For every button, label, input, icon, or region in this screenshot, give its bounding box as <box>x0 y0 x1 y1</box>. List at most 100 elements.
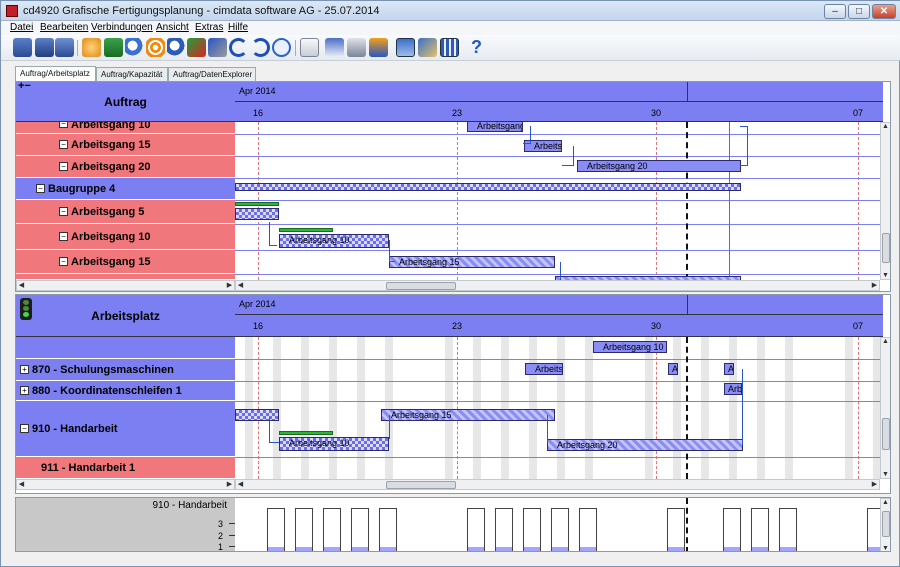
today-marker <box>686 122 688 280</box>
books-icon[interactable] <box>418 38 437 57</box>
minimize-button[interactable]: – <box>824 4 846 19</box>
capacity-bar[interactable] <box>551 508 569 551</box>
capacity-bar[interactable] <box>751 508 769 551</box>
horizontal-scrollbar[interactable]: ◀ ▶ <box>235 280 880 291</box>
save-all-icon[interactable] <box>35 38 54 57</box>
gantt-bar[interactable]: Arbeitsgang 20 <box>547 439 743 451</box>
day-label: 30 <box>651 321 662 331</box>
row-880-koordinatenschleifen[interactable]: +880 - Koordinatenschleifen 1 <box>16 381 235 401</box>
capacity-bar[interactable] <box>523 508 541 551</box>
traffic-light-icon[interactable] <box>20 298 32 320</box>
day-label: 23 <box>452 321 463 331</box>
window-title: cd4920 Grafische Fertigungsplanung - cim… <box>23 5 380 17</box>
window-icon[interactable] <box>396 38 415 57</box>
row-baugruppe-4[interactable]: − Baugruppe 4 <box>16 178 235 200</box>
scrollbar-thumb[interactable] <box>386 282 456 290</box>
capacity-chart-area <box>235 498 880 551</box>
capacity-bar[interactable] <box>267 508 285 551</box>
menu-ansicht[interactable]: Ansicht <box>156 22 189 33</box>
vertical-scrollbar[interactable]: ▲ ▼ <box>880 122 890 280</box>
menu-hilfe[interactable]: Hilfe <box>228 22 248 33</box>
gantt-bar[interactable]: Arbeitsgang 10 <box>467 122 523 132</box>
maximize-button[interactable]: □ <box>848 4 870 19</box>
vertical-scrollbar[interactable]: ▲ ▼ <box>880 337 890 479</box>
hand-icon[interactable] <box>82 38 101 57</box>
application-window: cd4920 Grafische Fertigungsplanung - cim… <box>0 0 900 567</box>
capacity-bar[interactable] <box>579 508 597 551</box>
scrollbar-thumb[interactable] <box>386 481 456 489</box>
target-icon[interactable] <box>146 38 165 57</box>
gantt-summary-bar[interactable] <box>235 183 741 191</box>
title-bar[interactable]: cd4920 Grafische Fertigungsplanung - cim… <box>1 1 900 21</box>
workplace-gantt-panel: Arbeitsplatz Apr 2014 16 23 30 07 +870 -… <box>15 294 891 494</box>
expand-collapse-toggle[interactable]: +− <box>18 82 31 92</box>
capacity-tick: 3 <box>217 519 223 529</box>
capacity-bar[interactable] <box>467 508 485 551</box>
gantt-bar[interactable]: Arbeitsgang 10 <box>279 437 389 451</box>
save-icon[interactable] <box>55 38 74 57</box>
route-icon[interactable] <box>187 38 206 57</box>
row-arbeitsgang-15[interactable]: − Arbeitsgang 15 <box>16 134 235 156</box>
order-gantt-panel: Auftrag +− Apr 2014 16 23 30 07 − Arbeits… <box>15 81 891 292</box>
capacity-label-area: 910 - Handarbeit 3 2 1 <box>16 498 235 551</box>
gantt-bar[interactable]: A <box>668 363 678 375</box>
row-911-handarbeit-1[interactable]: 911 - Handarbeit 1 <box>16 457 235 479</box>
scrollbar-thumb[interactable] <box>882 233 890 263</box>
horizontal-scrollbar[interactable]: ◀ ▶ <box>16 479 235 490</box>
horizontal-scrollbar[interactable]: ◀ ▶ <box>235 479 880 490</box>
help-icon[interactable]: ? <box>467 38 486 57</box>
horizontal-scrollbar[interactable]: ◀ ▶ <box>16 280 235 291</box>
capacity-bar[interactable] <box>723 508 741 551</box>
row-arbeitsgang-15[interactable]: − Arbeitsgang 15 <box>16 250 235 274</box>
day-gridline <box>858 122 859 280</box>
vertical-scrollbar[interactable]: ▲ ▼ <box>880 498 890 551</box>
print-icon[interactable] <box>347 38 366 57</box>
scrollbar-thumb[interactable] <box>882 511 890 537</box>
capacity-bar[interactable] <box>295 508 313 551</box>
table-icon[interactable] <box>104 38 123 57</box>
menu-bearbeiten[interactable]: Bearbeiten <box>40 22 88 33</box>
gantt-bar[interactable]: Arbeitsgang 20 <box>577 160 741 172</box>
timer-icon[interactable] <box>272 38 291 57</box>
capacity-bar[interactable] <box>867 508 880 551</box>
gantt-bar[interactable]: Arbeitsgang 10 <box>593 341 667 353</box>
gantt-bar[interactable]: Arbeitsgang 10 <box>279 234 389 248</box>
tab-auftrag-arbeitsplatz[interactable]: Auftrag/Arbeitsplatz <box>15 66 96 81</box>
tab-auftrag-kapazitaet[interactable]: Auftrag/Kapazität <box>96 67 168 81</box>
capacity-bar[interactable] <box>667 508 685 551</box>
gantt-bar[interactable]: Arbeitsg <box>525 363 563 375</box>
row-910-handarbeit[interactable]: −910 - Handarbeit <box>16 401 235 457</box>
row-arbeitsgang-5[interactable]: − Arbeitsgang 5 <box>16 200 235 224</box>
gantt-bar[interactable]: Arbeitsgang 15 <box>389 256 555 268</box>
book-icon[interactable] <box>13 38 32 57</box>
capacity-bar[interactable] <box>379 508 397 551</box>
capacity-bar[interactable] <box>495 508 513 551</box>
stack-icon[interactable] <box>369 38 388 57</box>
mail-icon[interactable] <box>300 38 319 57</box>
toolbar: ? <box>1 35 900 61</box>
row-arbeitsgang-10[interactable]: − Arbeitsgang 10 <box>16 122 235 134</box>
capacity-bar[interactable] <box>779 508 797 551</box>
capacity-tick: 2 <box>217 531 223 541</box>
zoom-icon[interactable] <box>167 38 186 57</box>
gantt-bar[interactable]: Arbeitsgang 15 <box>381 409 555 421</box>
capacity-bar[interactable] <box>351 508 369 551</box>
close-button[interactable]: ✕ <box>872 4 896 19</box>
row-870-schulungsmaschinen[interactable]: +870 - Schulungsmaschinen <box>16 359 235 381</box>
calendar-icon[interactable] <box>440 38 459 57</box>
menu-verbindungen[interactable]: Verbindungen <box>91 22 153 33</box>
gantt-bar[interactable] <box>235 208 279 220</box>
tab-auftrag-datenexplorer[interactable]: Auftrag/DatenExplorer <box>168 67 256 81</box>
row-arbeitsgang-20[interactable]: − Arbeitsgang 20 <box>16 156 235 178</box>
search-icon[interactable] <box>125 38 144 57</box>
day-label: 07 <box>853 108 864 118</box>
row-arbeitsgang-10[interactable]: − Arbeitsgang 10 <box>16 224 235 250</box>
undo-icon[interactable] <box>229 38 248 57</box>
menu-extras[interactable]: Extras <box>195 22 223 33</box>
menu-datei[interactable]: Datei <box>10 22 33 33</box>
scrollbar-thumb[interactable] <box>882 418 890 450</box>
capacity-bar[interactable] <box>323 508 341 551</box>
redo-icon[interactable] <box>251 38 270 57</box>
wand-icon[interactable] <box>208 38 227 57</box>
edit-icon[interactable] <box>325 38 344 57</box>
